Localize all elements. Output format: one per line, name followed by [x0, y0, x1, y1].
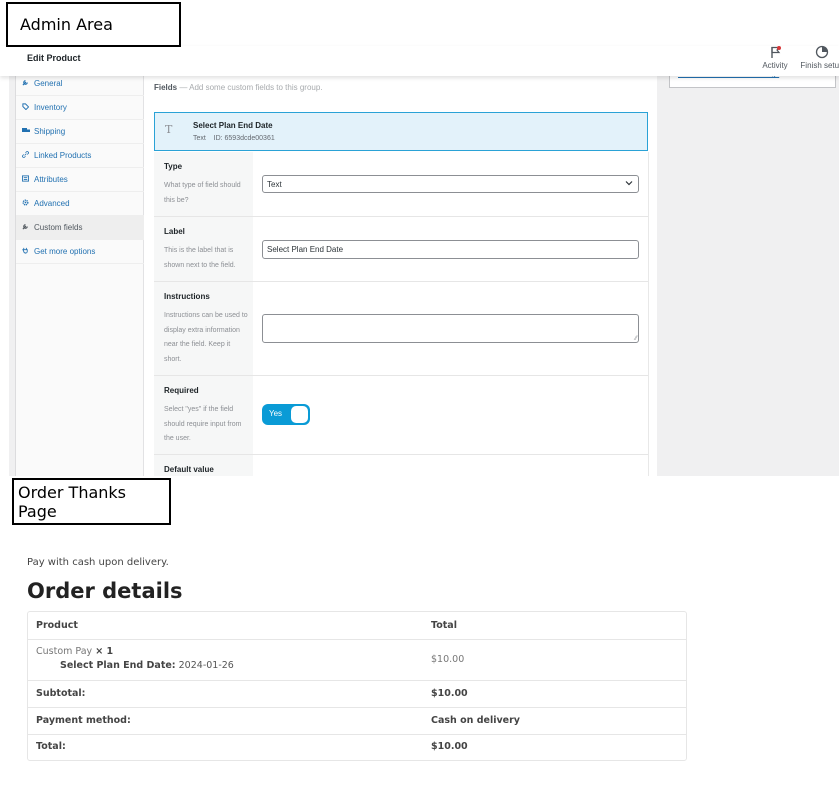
required-setting-description: Select "yes" if the field should require…	[164, 406, 242, 442]
item-meta: Select Plan End Date: 2024-01-26	[60, 660, 234, 671]
order-thanks-annotation-text: Order Thanks Page	[18, 482, 127, 521]
tab-attributes-label: Attributes	[34, 175, 68, 184]
tab-shipping[interactable]: Shipping	[16, 120, 144, 144]
field-type-value: Text	[267, 179, 282, 189]
type-setting-label: Type	[164, 162, 183, 171]
row-divider	[154, 216, 648, 217]
instructions-setting-description: Instructions can be used to display extr…	[164, 312, 248, 363]
chevron-down-icon	[625, 179, 633, 189]
truck-icon	[22, 127, 30, 136]
tab-general-label: General	[34, 79, 63, 88]
selected-field-name: Select Plan End Date	[193, 121, 273, 130]
selected-field-row[interactable]: T Select Plan End Date Text ID: 6593dcde…	[154, 112, 648, 151]
activity-label: Activity	[762, 61, 788, 70]
text-type-icon: T	[165, 123, 173, 136]
row-divider	[154, 281, 648, 282]
item-meta-label: Select Plan End Date:	[60, 660, 176, 671]
required-toggle-label: Yes	[269, 409, 283, 418]
wrench-icon	[22, 223, 29, 232]
progress-icon	[815, 45, 829, 59]
tab-custom-fields-label: Custom fields	[34, 223, 83, 232]
label-setting-label: Label	[164, 227, 185, 236]
product-name-link[interactable]: Custom Pay	[36, 646, 92, 657]
admin-header-bar	[0, 46, 839, 76]
tag-icon	[22, 103, 30, 112]
tab-linked-products-label: Linked Products	[34, 151, 92, 160]
order-details-title: Order details	[27, 579, 183, 603]
link-icon	[22, 151, 29, 160]
table-divider	[28, 680, 686, 681]
product-column-header: Product	[36, 620, 78, 631]
instructions-setting-label: Instructions	[164, 292, 210, 301]
order-total-label: Total:	[36, 741, 66, 752]
order-item: Custom Pay × 1	[36, 646, 113, 657]
admin-area-annotation-text: Admin Area	[20, 15, 113, 34]
order-total-value: $10.00	[431, 741, 468, 752]
activity-button[interactable]: Activity	[759, 45, 791, 70]
tab-linked-products[interactable]: Linked Products	[16, 144, 144, 168]
selected-field-id: ID: 6593dcde00361	[213, 135, 275, 142]
finish-setup-label: Finish setup	[800, 61, 839, 70]
selected-field-meta: Text ID: 6593dcde00361	[193, 135, 275, 142]
page-title: Edit Product	[27, 53, 81, 63]
row-divider	[154, 375, 648, 376]
payment-method-value: Cash on delivery	[431, 715, 520, 726]
field-label-input[interactable]: Select Plan End Date	[262, 240, 639, 259]
toggle-knob	[291, 406, 308, 423]
finish-setup-button[interactable]: Finish setup	[800, 45, 839, 70]
subtotal-label: Subtotal:	[36, 688, 86, 699]
total-column-header: Total	[431, 620, 457, 631]
row-divider	[154, 454, 648, 455]
list-icon	[22, 175, 29, 184]
required-toggle[interactable]: Yes	[262, 404, 310, 425]
admin-area-annotation: Admin Area	[6, 2, 181, 47]
tab-custom-fields[interactable]: Custom fields	[16, 216, 144, 240]
tab-get-more-options-label: Get more options	[34, 247, 96, 256]
default-value-setting-label: Default value	[164, 465, 214, 474]
table-divider	[28, 734, 686, 735]
gear-icon	[22, 199, 29, 208]
tab-attributes[interactable]: Attributes	[16, 168, 144, 192]
field-label-value: Select Plan End Date	[267, 245, 344, 254]
tab-advanced-label: Advanced	[34, 199, 70, 208]
tab-shipping-label: Shipping	[34, 127, 66, 136]
type-setting-description: What type of field should this be?	[164, 182, 241, 204]
payment-method-label: Payment method:	[36, 715, 131, 726]
required-setting-label: Required	[164, 386, 199, 395]
field-instructions-textarea[interactable]: ⁄⁄	[262, 314, 639, 343]
flag-icon	[771, 46, 781, 58]
table-divider	[28, 639, 686, 640]
order-thanks-annotation: Order Thanks Page	[12, 478, 171, 525]
tab-advanced[interactable]: Advanced	[16, 192, 144, 216]
fields-heading-hint: — Add some custom fields to this group.	[179, 83, 323, 92]
plugin-icon	[22, 247, 29, 256]
item-total: $10.00	[431, 654, 465, 665]
resize-handle-icon[interactable]: ⁄⁄	[635, 336, 637, 342]
order-details-table: Product Total Custom Pay × 1 Select Plan…	[27, 611, 687, 761]
fields-heading: Fields — Add some custom fields to this …	[154, 83, 323, 92]
field-type-select[interactable]: Text	[262, 175, 639, 193]
subtotal-value: $10.00	[431, 688, 468, 699]
table-divider	[28, 707, 686, 708]
wrench-icon	[22, 79, 29, 88]
payment-note: Pay with cash upon delivery.	[27, 557, 169, 568]
tab-get-more-options[interactable]: Get more options	[16, 240, 144, 264]
selected-field-type: Text	[193, 135, 206, 142]
product-quantity: × 1	[95, 646, 114, 657]
tab-inventory[interactable]: Inventory	[16, 96, 144, 120]
tab-inventory-label: Inventory	[34, 103, 67, 112]
label-setting-description: This is the label that is shown next to …	[164, 247, 236, 269]
product-data-tabs: General Inventory Shipping Linked Produc…	[15, 76, 144, 476]
fields-heading-label: Fields	[154, 83, 178, 92]
item-meta-value: 2024-01-26	[178, 660, 234, 671]
